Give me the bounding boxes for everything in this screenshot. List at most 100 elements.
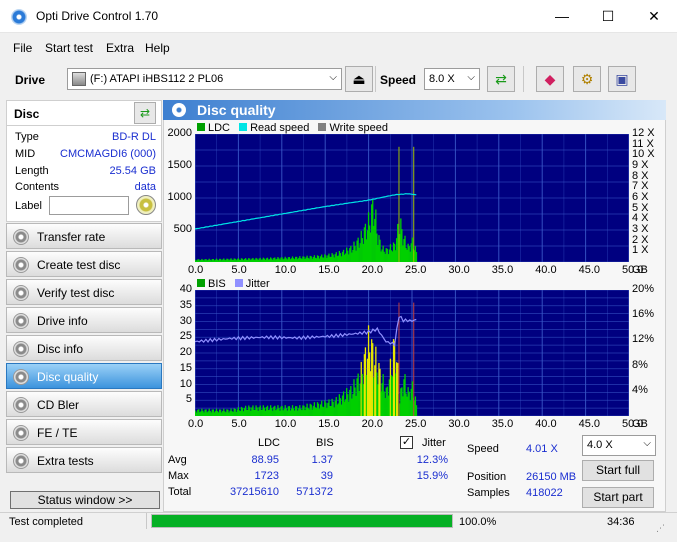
x-tick-label: 30.0 — [448, 264, 470, 276]
y-right-tick-label: 20% — [632, 283, 655, 295]
drive-label: Drive — [15, 73, 46, 87]
refresh-arrows-icon: ⇄ — [495, 71, 507, 87]
y-right-tick-label: 8 X — [632, 169, 649, 182]
samples-key: Samples — [467, 487, 510, 499]
legend-swatch-ldc — [197, 123, 205, 131]
y-left-tick-label: 20 — [179, 346, 192, 358]
drive-select[interactable]: (F:) ATAPI iHBS112 2 PL06 ⌵ — [67, 68, 342, 90]
nav-label: Verify test disc — [37, 286, 115, 300]
menu-file[interactable]: File — [13, 41, 32, 55]
x-tick-label: 45.0 — [578, 264, 601, 276]
y-left-tick-label: 2000 — [167, 127, 192, 139]
test-speed-select[interactable]: 4.0 X ⌵ — [582, 435, 656, 456]
jitter-checkbox[interactable]: ✓ — [400, 436, 413, 449]
disc-type-value: BD-R DL — [111, 131, 156, 143]
nav-extra-tests[interactable]: Extra tests — [6, 447, 162, 473]
y-left-tick-label: 30 — [179, 314, 192, 327]
disc-refresh-button[interactable]: ⇄ — [134, 102, 156, 124]
disc-label-input[interactable] — [49, 196, 129, 215]
disc-icon — [13, 397, 29, 413]
avg-bis: 1.37 — [311, 454, 333, 466]
chevron-down-icon: ⌵ — [643, 438, 651, 449]
nav-verify-test-disc[interactable]: Verify test disc — [6, 279, 162, 305]
x-tick-label: 25.0 — [405, 418, 427, 430]
nav-disc-quality[interactable]: Disc quality — [6, 363, 162, 389]
x-unit-label: GB — [632, 264, 648, 276]
speed-select[interactable]: 8.0 X ⌵ — [424, 68, 480, 90]
erase-button[interactable]: ◆ — [536, 66, 564, 92]
menu-help[interactable]: Help — [145, 41, 170, 55]
nav-create-test-disc[interactable]: Create test disc — [6, 251, 162, 277]
nav-label: Drive info — [37, 314, 88, 328]
max-key: Max — [168, 470, 189, 482]
x-unit-label: GB — [632, 418, 648, 430]
speed-label: Speed — [380, 73, 417, 87]
save-button[interactable]: ▣ — [608, 66, 636, 92]
ldc-chart — [195, 134, 629, 262]
drive-select-value: (F:) ATAPI iHBS112 2 PL06 — [90, 73, 224, 85]
x-tick-label: 0.0 — [188, 264, 204, 276]
nav-label: Create test disc — [37, 258, 121, 272]
close-button[interactable]: ✕ — [631, 0, 677, 33]
y-right-tick-label: 10 X — [632, 148, 655, 161]
label-disc-icon[interactable] — [136, 195, 156, 215]
y-right-tick-label: 7 X — [632, 180, 649, 193]
col-bis-header: BIS — [316, 437, 334, 449]
status-window-button[interactable]: Status window >> — [10, 491, 160, 509]
x-tick-label: 5.0 — [231, 264, 247, 276]
refresh-button[interactable]: ⇄ — [487, 66, 515, 92]
chart1-legend: LDC Read speed Write speed — [197, 122, 388, 134]
legend-ldc: LDC — [208, 122, 231, 134]
disc-icon — [13, 341, 29, 357]
disc-info-panel: Type BD-R DL MID CMCMAGDI6 (000) Length … — [6, 126, 162, 222]
disc-type-key: Type — [15, 131, 39, 143]
nav-drive-info[interactable]: Drive info — [6, 307, 162, 333]
menu-start-test[interactable]: Start test — [45, 41, 93, 55]
x-tick-label: 5.0 — [231, 418, 247, 430]
x-tick-label: 35.0 — [491, 264, 514, 276]
nav-disc-info[interactable]: Disc info — [6, 335, 162, 361]
y-right-tick-label: 12 X — [632, 127, 655, 139]
resize-grip-icon[interactable]: ⋰ — [656, 523, 666, 533]
y-left-tick-label: 40 — [179, 283, 192, 295]
minimize-button[interactable]: — — [539, 0, 585, 33]
avg-ldc: 88.95 — [251, 454, 279, 466]
test-speed-select-value: 4.0 X — [587, 439, 613, 451]
legend-swatch-write-speed — [318, 123, 327, 131]
elapsed-time: 34:36 — [607, 516, 635, 528]
settings-button[interactable]: ⚙ — [573, 66, 601, 92]
nav-label: FE / TE — [37, 426, 78, 440]
disc-contents-key: Contents — [15, 181, 60, 193]
ldc-bar — [415, 252, 418, 262]
menu-bar — [0, 37, 677, 59]
nav-cd-bler[interactable]: CD Bler — [6, 391, 162, 417]
y-left-tick-label: 15 — [179, 361, 192, 374]
toolbar-separator — [523, 66, 524, 92]
position-key: Position — [467, 471, 507, 483]
gears-icon: ⚙ — [580, 71, 594, 87]
speed-value: 4.01 X — [526, 443, 558, 455]
eject-button[interactable]: ⏏ — [345, 66, 373, 92]
disc-icon — [13, 285, 29, 301]
menu-extra[interactable]: Extra — [106, 41, 134, 55]
maximize-button[interactable]: ☐ — [585, 0, 631, 33]
x-tick-label: 30.0 — [448, 418, 470, 430]
y-right-tick-label: 2 X — [632, 233, 649, 246]
nav-fe-te[interactable]: FE / TE — [6, 419, 162, 445]
disc-icon — [13, 257, 29, 273]
nav-transfer-rate[interactable]: Transfer rate — [6, 223, 162, 249]
panel-title: Disc quality — [197, 102, 276, 118]
y-left-tick-label: 5 — [185, 393, 192, 406]
disc-heading: Disc — [14, 107, 40, 121]
legend-read-speed: Read speed — [250, 122, 310, 134]
drive-icon — [72, 72, 86, 86]
x-tick-label: 20.0 — [361, 264, 384, 276]
y-left-tick-label: 1000 — [167, 191, 192, 203]
start-full-button[interactable]: Start full — [582, 460, 654, 481]
disc-contents-value: data — [134, 181, 156, 193]
start-part-button[interactable]: Start part — [582, 487, 654, 508]
disc-label-key: Label — [15, 200, 42, 212]
app-disc-icon — [11, 9, 27, 25]
y-right-tick-label: 11 X — [632, 137, 654, 150]
toolbar-separator — [375, 66, 376, 92]
